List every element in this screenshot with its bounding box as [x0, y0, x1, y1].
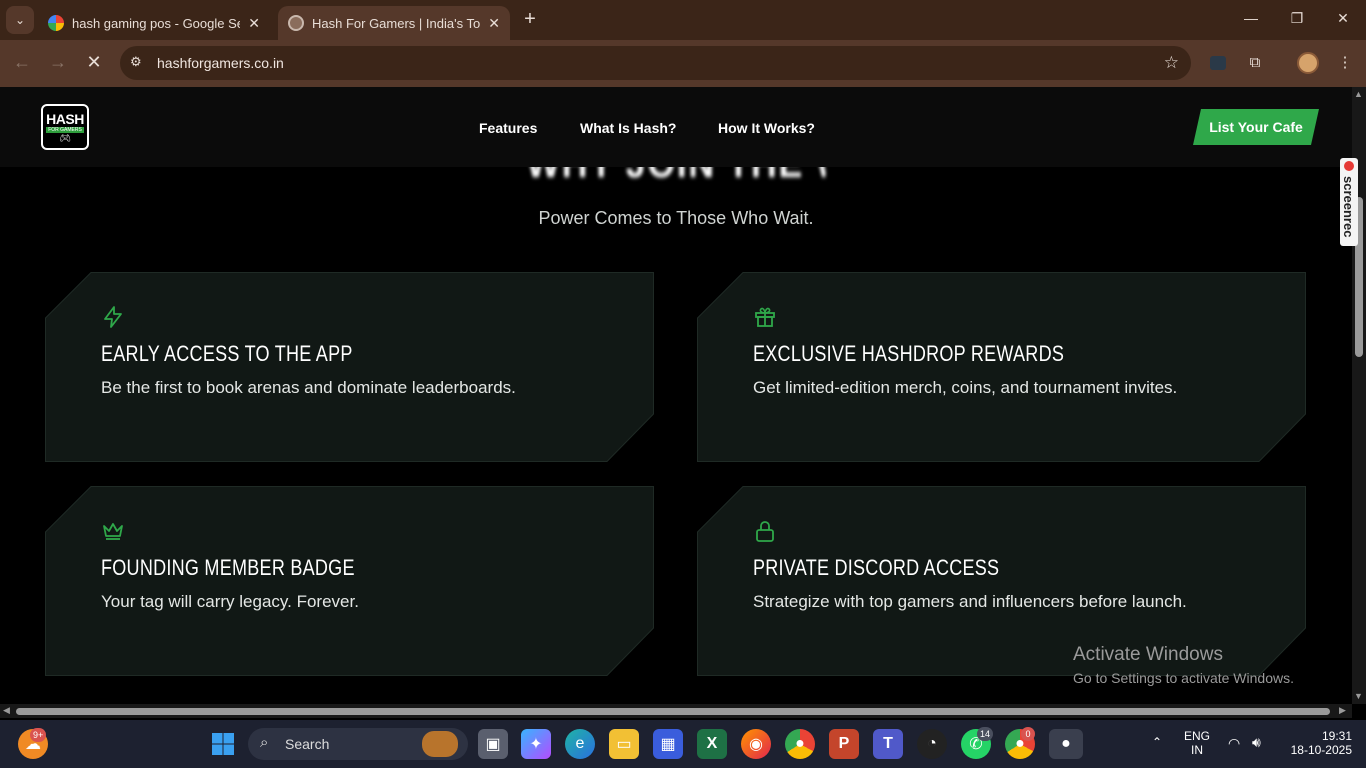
nav-how-it-works[interactable]: How It Works?: [718, 120, 815, 136]
card-description: Strategize with top gamers and influence…: [753, 592, 1187, 611]
profile-avatar[interactable]: [1297, 52, 1319, 74]
benefit-card: EARLY ACCESS TO THE APP Be the first to …: [45, 272, 654, 462]
browser-tab-bar: ⌄ hash gaming pos - Google Sear ✕ Hash F…: [0, 0, 1366, 40]
forward-button[interactable]: →: [46, 52, 70, 73]
card-background: [697, 272, 1306, 462]
region-code: IN: [1191, 743, 1203, 757]
card-title: FOUNDING MEMBER BADGE: [101, 555, 355, 580]
language-indicator[interactable]: ENG IN: [1180, 729, 1214, 757]
tab-title: Hash For Gamers | India's Top G: [312, 15, 481, 31]
horizontal-scrollbar[interactable]: ◀ ▶: [0, 704, 1352, 718]
copilot-icon[interactable]: ✦: [521, 729, 551, 759]
benefit-card: FOUNDING MEMBER BADGE Your tag will carr…: [45, 486, 654, 676]
chrome-badge: 0: [1021, 727, 1035, 741]
microsoft-store-icon[interactable]: ▦: [653, 729, 683, 759]
clock-time: 19:31: [1321, 729, 1352, 743]
weather-badge: 9+: [30, 728, 47, 742]
site-info-icon[interactable]: ⚙: [130, 54, 148, 72]
clock-date: 18-10-2025: [1290, 743, 1352, 757]
address-bar[interactable]: ⚙ hashforgamers.co.in ☆: [120, 46, 1191, 80]
hash-logo[interactable]: HASH FOR GAMERS 🎮︎: [41, 104, 89, 150]
card-background: [45, 272, 654, 462]
nav-features[interactable]: Features: [479, 120, 537, 136]
close-tab-icon[interactable]: ✕: [248, 15, 260, 32]
volume-icon[interactable]: 🔊︎: [1252, 734, 1261, 751]
back-button[interactable]: ←: [10, 52, 34, 73]
gift-icon: [755, 307, 775, 327]
firefox-icon[interactable]: ◉: [741, 729, 771, 759]
teams-icon[interactable]: T: [873, 729, 903, 759]
bookmark-star-icon[interactable]: ☆: [1164, 53, 1179, 73]
horizontal-scroll-thumb[interactable]: [16, 708, 1330, 715]
file-explorer-icon[interactable]: ▭: [609, 729, 639, 759]
close-tab-icon[interactable]: ✕: [488, 15, 500, 32]
card-title: EARLY ACCESS TO THE APP: [101, 341, 353, 366]
scroll-down-icon[interactable]: ▼: [1354, 691, 1363, 701]
powerpoint-icon[interactable]: P: [829, 729, 859, 759]
new-tab-button[interactable]: +: [518, 8, 542, 32]
activate-windows-watermark: Activate Windows Go to Settings to activ…: [1073, 644, 1294, 686]
scroll-up-icon[interactable]: ▲: [1354, 89, 1363, 99]
whatsapp-badge: 14: [977, 727, 994, 741]
activate-subtitle: Go to Settings to activate Windows.: [1073, 670, 1294, 686]
screenrec-label: screenrec: [1341, 176, 1356, 238]
screenrec-widget[interactable]: screenrec: [1340, 158, 1358, 246]
hash-favicon-icon: [288, 15, 304, 31]
activate-title: Activate Windows: [1073, 644, 1223, 665]
stop-loading-button[interactable]: ✕: [82, 52, 106, 73]
speedtest-icon[interactable]: ◔: [917, 729, 947, 759]
site-header: HASH FOR GAMERS 🎮︎ Features What Is Hash…: [0, 87, 1352, 167]
excel-icon[interactable]: X: [697, 729, 727, 759]
tab-title: hash gaming pos - Google Sear: [72, 15, 241, 31]
benefit-card: EXCLUSIVE HASHDROP REWARDS Get limited-e…: [697, 272, 1306, 462]
tray-chevron-icon[interactable]: ⌃: [1152, 735, 1162, 749]
search-icon: ⌕: [260, 734, 269, 751]
tab-hash-for-gamers[interactable]: Hash For Gamers | India's Top G ✕: [278, 6, 510, 40]
nav-what-is-hash[interactable]: What Is Hash?: [580, 120, 676, 136]
browser-toolbar: ← → ✕ ⚙ hashforgamers.co.in ☆ ⧉ ⋮: [0, 40, 1366, 87]
card-description: Get limited-edition merch, coins, and to…: [753, 378, 1178, 397]
windows-taskbar: ☁ 9+ ▣ ✦ e ▭ ▦ X ◉ ● P T ◔ ✆ 14 ● 0 ● ⌃ …: [0, 720, 1366, 768]
scroll-left-icon[interactable]: ◀: [3, 705, 10, 716]
card-description: Your tag will carry legacy. Forever.: [101, 592, 359, 611]
logo-wordmark: HASH: [46, 110, 84, 127]
language-code: ENG: [1183, 729, 1210, 743]
lightning-icon: [104, 306, 122, 328]
search-highlight-icon: [422, 731, 458, 757]
extensions-puzzle-icon[interactable]: ⧉: [1244, 52, 1266, 74]
minimize-button[interactable]: —: [1240, 10, 1262, 26]
tab-search-dropdown-icon[interactable]: ⌄: [6, 6, 34, 34]
scroll-right-icon[interactable]: ▶: [1339, 705, 1346, 716]
section-subtitle: Power Comes to Those Who Wait.: [538, 208, 814, 228]
card-title: PRIVATE DISCORD ACCESS: [753, 555, 1000, 580]
card-description: Be the first to book arenas and dominate…: [101, 378, 516, 397]
page-viewport: HASH FOR GAMERS 🎮︎ Features What Is Hash…: [0, 87, 1352, 704]
lock-icon: [756, 521, 774, 542]
google-favicon-icon: [48, 15, 64, 31]
chrome-icon[interactable]: ●: [785, 729, 815, 759]
crown-icon: [103, 523, 123, 540]
chrome-active-icon[interactable]: ●: [1049, 729, 1083, 759]
card-background: [45, 486, 654, 676]
search-label: Search: [285, 736, 330, 752]
wifi-icon[interactable]: ◠: [1228, 735, 1240, 752]
record-dot-icon: [1344, 161, 1354, 171]
extension-screenshot-icon[interactable]: [1210, 56, 1226, 70]
task-view-icon[interactable]: ▣: [478, 729, 508, 759]
windows-start-icon[interactable]: [208, 729, 238, 759]
close-window-button[interactable]: ✕: [1332, 10, 1354, 27]
url-text: hashforgamers.co.in: [157, 55, 284, 71]
gamepad-icon: 🎮︎: [59, 132, 71, 143]
restore-button[interactable]: ❐: [1286, 10, 1308, 27]
edge-icon[interactable]: e: [565, 729, 595, 759]
list-your-cafe-button[interactable]: List Your Cafe: [1193, 109, 1319, 145]
card-title: EXCLUSIVE HASHDROP REWARDS: [753, 341, 1065, 366]
logo-tagline: FOR GAMERS: [46, 126, 84, 133]
clock[interactable]: 19:31 18-10-2025: [1282, 729, 1352, 757]
taskbar-search[interactable]: ⌕ Search: [248, 728, 468, 760]
menu-kebab-icon[interactable]: ⋮: [1334, 52, 1356, 74]
tab-google-search[interactable]: hash gaming pos - Google Sear ✕: [38, 6, 270, 40]
